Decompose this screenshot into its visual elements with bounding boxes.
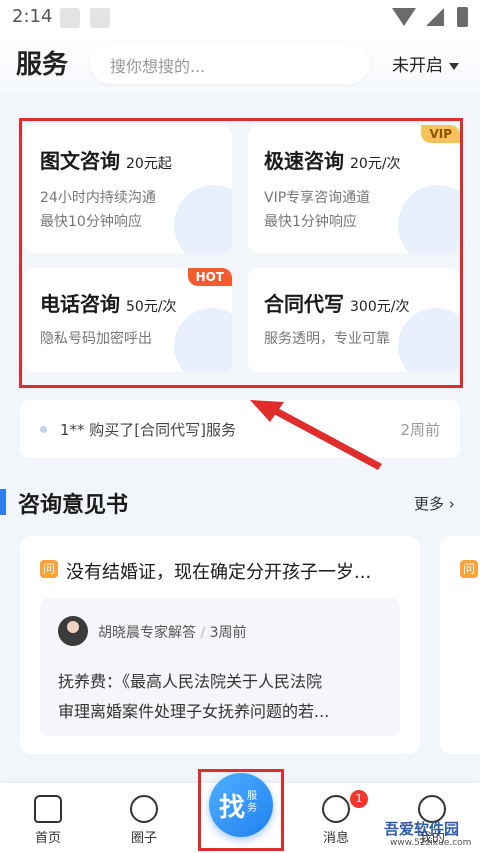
status-bar: 2:14	[0, 0, 480, 34]
search-placeholder: 搜你想搜的...	[110, 57, 206, 76]
question-icon: 问	[460, 560, 478, 578]
purchase-text: 1** 购买了[合同代写]服务	[60, 421, 237, 439]
expert-line: 胡晓晨专家解答 / 3周前	[98, 625, 247, 641]
notification-icon	[60, 8, 80, 28]
dot-icon	[40, 426, 47, 433]
compass-icon	[130, 795, 158, 823]
location-label: 未开启	[392, 56, 443, 76]
wifi-icon	[392, 8, 416, 26]
opinion-card[interactable]: 问 没有结婚证，现在确定分开孩子一岁... 胡晓晨专家解答 / 3周前 抚养费：…	[20, 536, 420, 754]
purchase-time: 2周前	[400, 421, 440, 439]
avatar	[58, 616, 88, 646]
section-accent-bar	[0, 489, 6, 515]
highlight-frame	[198, 769, 284, 851]
signal-icon	[426, 8, 444, 26]
message-icon	[322, 795, 350, 823]
status-time: 2:14	[12, 6, 53, 27]
page-title: 服务	[16, 50, 69, 80]
message-count-badge: 1	[350, 790, 368, 808]
section-title: 咨询意见书	[18, 493, 129, 518]
annotation-arrow	[250, 400, 382, 470]
tab-circle[interactable]: 圈子	[114, 795, 174, 846]
question-title: 没有结婚证，现在确定分开孩子一岁...	[66, 562, 372, 583]
answer-text: 抚养费：《最高人民法院关于人民法院	[58, 672, 323, 691]
header: 服务 搜你想搜的... 未开启	[0, 34, 480, 94]
caret-down-icon	[449, 62, 459, 70]
answer-box: 胡晓晨专家解答 / 3周前 抚养费：《最高人民法院关于人民法院 审理离婚案件处理…	[40, 598, 400, 736]
tab-home[interactable]: 首页	[18, 795, 78, 846]
search-input[interactable]: 搜你想搜的...	[90, 42, 370, 84]
more-link[interactable]: 更多 ›	[414, 493, 455, 514]
home-icon	[34, 795, 62, 823]
highlight-frame	[19, 118, 463, 388]
battery-icon	[457, 7, 468, 27]
opinion-card[interactable]: 问	[440, 536, 480, 754]
location-selector[interactable]: 未开启	[392, 51, 459, 76]
answer-text: 审理离婚案件处理子女抚养问题的若...	[58, 702, 330, 721]
purchase-ticker[interactable]: 1** 购买了[合同代写]服务 2周前	[20, 400, 460, 458]
question-icon: 问	[40, 560, 58, 578]
notification-icon	[90, 8, 110, 28]
watermark-logo: 吾爱软件园 www.52zixue.com	[384, 820, 472, 848]
